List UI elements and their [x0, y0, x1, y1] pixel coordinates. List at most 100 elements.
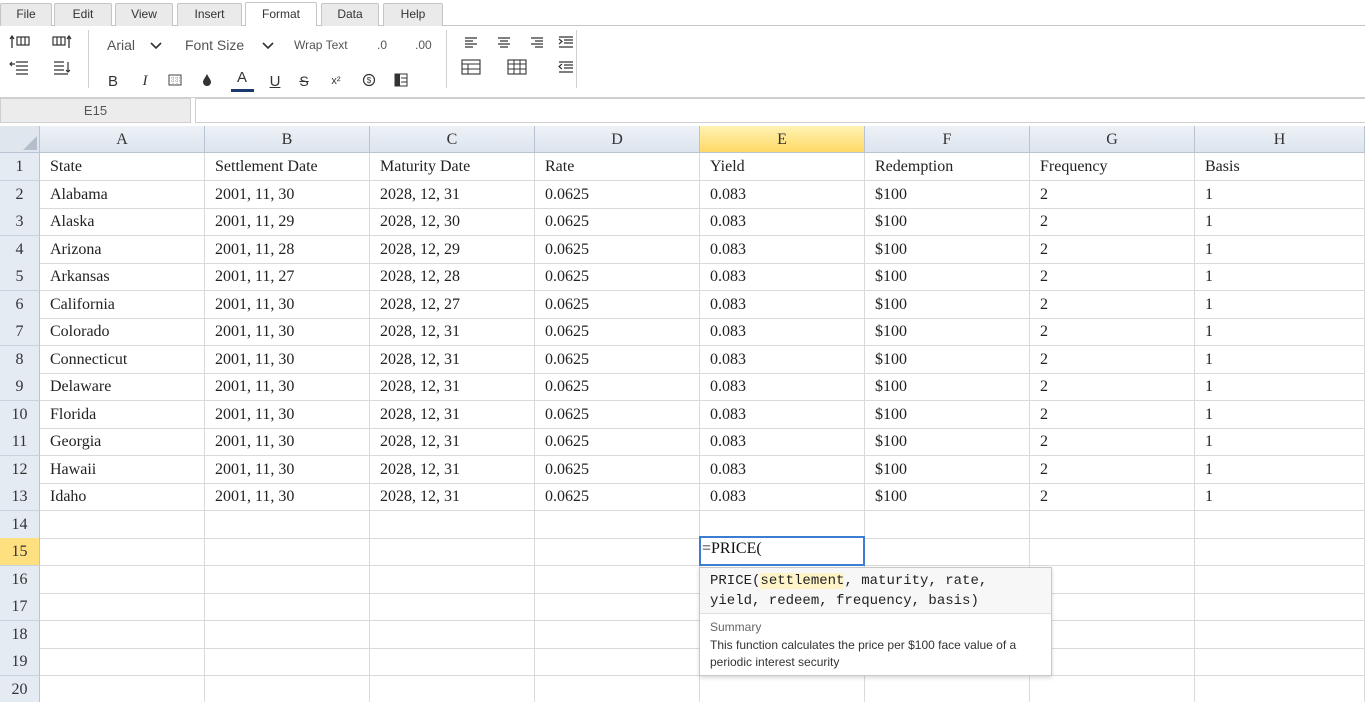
cell-f9[interactable]: $100 — [865, 373, 1030, 401]
cell-f6[interactable]: $100 — [865, 291, 1030, 319]
font-size-select[interactable]: Font Size — [185, 37, 244, 53]
cell-b20[interactable] — [205, 676, 370, 702]
underline-button[interactable]: U — [264, 71, 286, 91]
cell-f15[interactable] — [865, 538, 1030, 566]
cell-b19[interactable] — [205, 648, 370, 676]
cell-a9[interactable]: Delaware — [40, 373, 205, 401]
cell-e7[interactable]: 0.083 — [700, 318, 865, 346]
merge-cells-icon[interactable] — [460, 57, 482, 77]
row-header-5[interactable]: 5 — [0, 263, 40, 291]
cell-d15[interactable] — [535, 538, 700, 566]
cell-g8[interactable]: 2 — [1030, 346, 1195, 374]
cell-e2[interactable]: 0.083 — [700, 181, 865, 209]
chevron-down-icon[interactable] — [145, 36, 167, 56]
cell-f2[interactable]: $100 — [865, 181, 1030, 209]
cell-g19[interactable] — [1030, 648, 1195, 676]
cell-c20[interactable] — [370, 676, 535, 702]
cell-c5[interactable]: 2028, 12, 28 — [370, 263, 535, 291]
cell-f5[interactable]: $100 — [865, 263, 1030, 291]
cell-c12[interactable]: 2028, 12, 31 — [370, 456, 535, 484]
column-header-g[interactable]: G — [1030, 126, 1195, 153]
cell-d1[interactable]: Rate — [535, 153, 700, 181]
cell-c3[interactable]: 2028, 12, 30 — [370, 208, 535, 236]
cell-h4[interactable]: 1 — [1195, 236, 1365, 264]
cell-g5[interactable]: 2 — [1030, 263, 1195, 291]
row-header-8[interactable]: 8 — [0, 346, 40, 374]
cell-d3[interactable]: 0.0625 — [535, 208, 700, 236]
row-header-14[interactable]: 14 — [0, 511, 40, 539]
cell-g4[interactable]: 2 — [1030, 236, 1195, 264]
cell-d16[interactable] — [535, 566, 700, 594]
cell-c10[interactable]: 2028, 12, 31 — [370, 401, 535, 429]
row-header-9[interactable]: 9 — [0, 373, 40, 401]
cell-b3[interactable]: 2001, 11, 29 — [205, 208, 370, 236]
cell-a17[interactable] — [40, 593, 205, 621]
currency-format-icon[interactable]: $ — [358, 70, 380, 90]
cell-g9[interactable]: 2 — [1030, 373, 1195, 401]
row-header-18[interactable]: 18 — [0, 621, 40, 649]
cell-c16[interactable] — [370, 566, 535, 594]
tab-data[interactable]: Data — [321, 3, 379, 26]
cell-g1[interactable]: Frequency — [1030, 153, 1195, 181]
cell-b9[interactable]: 2001, 11, 30 — [205, 373, 370, 401]
cell-h15[interactable] — [1195, 538, 1365, 566]
tab-format[interactable]: Format — [245, 2, 317, 26]
cell-e4[interactable]: 0.083 — [700, 236, 865, 264]
cell-g18[interactable] — [1030, 621, 1195, 649]
cell-b4[interactable]: 2001, 11, 28 — [205, 236, 370, 264]
cell-h11[interactable]: 1 — [1195, 428, 1365, 456]
select-all-corner[interactable] — [0, 126, 40, 153]
cell-a16[interactable] — [40, 566, 205, 594]
cell-h18[interactable] — [1195, 621, 1365, 649]
tab-edit[interactable]: Edit — [54, 3, 112, 26]
cell-h13[interactable]: 1 — [1195, 483, 1365, 511]
cell-e5[interactable]: 0.083 — [700, 263, 865, 291]
column-header-d[interactable]: D — [535, 126, 700, 153]
cell-d13[interactable]: 0.0625 — [535, 483, 700, 511]
cell-b10[interactable]: 2001, 11, 30 — [205, 401, 370, 429]
cell-h12[interactable]: 1 — [1195, 456, 1365, 484]
cell-a7[interactable]: Colorado — [40, 318, 205, 346]
borders-icon[interactable] — [164, 70, 186, 90]
cell-d7[interactable]: 0.0625 — [535, 318, 700, 346]
cell-b16[interactable] — [205, 566, 370, 594]
cell-d6[interactable]: 0.0625 — [535, 291, 700, 319]
align-left-icon[interactable] — [460, 32, 482, 52]
cell-c8[interactable]: 2028, 12, 31 — [370, 346, 535, 374]
cell-e11[interactable]: 0.083 — [700, 428, 865, 456]
cell-f13[interactable]: $100 — [865, 483, 1030, 511]
cell-b13[interactable]: 2001, 11, 30 — [205, 483, 370, 511]
outdent-icon[interactable] — [555, 57, 577, 77]
cell-d18[interactable] — [535, 621, 700, 649]
cell-a5[interactable]: Arkansas — [40, 263, 205, 291]
cell-a12[interactable]: Hawaii — [40, 456, 205, 484]
cell-f3[interactable]: $100 — [865, 208, 1030, 236]
row-header-12[interactable]: 12 — [0, 456, 40, 484]
cell-h9[interactable]: 1 — [1195, 373, 1365, 401]
row-header-4[interactable]: 4 — [0, 236, 40, 264]
cell-d8[interactable]: 0.0625 — [535, 346, 700, 374]
cell-h1[interactable]: Basis — [1195, 153, 1365, 181]
cell-e1[interactable]: Yield — [700, 153, 865, 181]
cell-g2[interactable]: 2 — [1030, 181, 1195, 209]
insert-column-icon[interactable] — [51, 32, 73, 52]
insert-row-above-icon[interactable] — [9, 32, 31, 52]
cell-d9[interactable]: 0.0625 — [535, 373, 700, 401]
cell-g14[interactable] — [1030, 511, 1195, 539]
superscript-button[interactable]: x² — [325, 71, 347, 91]
cell-h3[interactable]: 1 — [1195, 208, 1365, 236]
row-header-7[interactable]: 7 — [0, 318, 40, 346]
cell-f11[interactable]: $100 — [865, 428, 1030, 456]
row-header-1[interactable]: 1 — [0, 153, 40, 181]
tab-view[interactable]: View — [115, 3, 173, 26]
cell-c14[interactable] — [370, 511, 535, 539]
cell-a19[interactable] — [40, 648, 205, 676]
cell-a11[interactable]: Georgia — [40, 428, 205, 456]
cell-a8[interactable]: Connecticut — [40, 346, 205, 374]
row-header-3[interactable]: 3 — [0, 208, 40, 236]
cell-f20[interactable] — [865, 676, 1030, 702]
cell-a3[interactable]: Alaska — [40, 208, 205, 236]
cell-c9[interactable]: 2028, 12, 31 — [370, 373, 535, 401]
font-color-button[interactable]: A — [231, 67, 253, 87]
cell-d19[interactable] — [535, 648, 700, 676]
